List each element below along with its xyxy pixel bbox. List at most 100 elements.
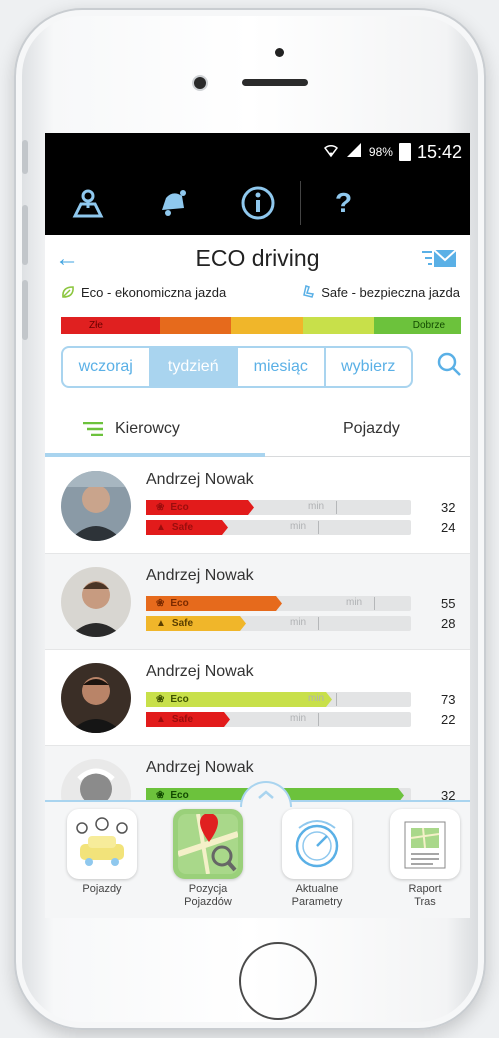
legend-safe-label: Safe - bezpieczna jazda <box>321 284 460 300</box>
min-tick <box>318 617 319 630</box>
eco-value: 55 <box>441 596 456 611</box>
safe-bar-label: Safe <box>171 618 194 629</box>
clock: 15:42 <box>416 141 462 162</box>
min-label: min <box>290 713 307 724</box>
safe-bar-fill: ▲ Safe <box>146 616 246 631</box>
period-selector: wczoraj tydzień miesiąc wybierz <box>61 346 413 388</box>
dock-route-report[interactable]: Raport Tras <box>385 809 465 908</box>
dock-current-parameters[interactable]: Aktualne Parametry <box>277 809 357 908</box>
eco-bar-fill: ❀ Eco <box>146 596 282 611</box>
info-icon <box>241 186 274 220</box>
driver-row[interactable]: Andrzej Nowak ❀ Eco min 73 ▲ Safe min 22 <box>45 650 470 746</box>
front-camera <box>194 77 206 89</box>
eco-bar: ❀ Eco min <box>146 692 411 707</box>
safe-bar-fill: ▲ Safe <box>146 712 230 727</box>
mute-switch <box>22 140 28 174</box>
page-header: ← ECO driving <box>45 235 470 281</box>
legend: Eco - ekonomiczna jazda Safe - bezpieczn… <box>45 281 470 303</box>
eco-bar-fill: ❀ Eco <box>146 500 254 515</box>
page-title: ECO driving <box>195 244 320 271</box>
chevron-up-icon <box>258 790 274 799</box>
sort-icon <box>83 422 103 436</box>
driver-row[interactable]: Andrzej Nowak ❀ Eco min 32 ▲ Safe min 24 <box>45 458 470 554</box>
leaf-icon <box>62 286 74 298</box>
driver-name: Andrzej Nowak <box>146 663 254 680</box>
legend-safe: Safe - bezpieczna jazda <box>301 285 460 300</box>
eco-bar: ❀ Eco min <box>146 596 411 611</box>
active-tab-indicator <box>45 453 265 457</box>
report-icon <box>390 809 460 879</box>
earpiece-speaker <box>242 79 308 86</box>
top-nav: ? <box>45 171 470 235</box>
search-icon[interactable] <box>436 351 462 382</box>
period-yesterday[interactable]: wczoraj <box>63 348 151 386</box>
safe-bar: ▲ Safe min <box>146 712 411 727</box>
period-month[interactable]: miesiąc <box>238 348 326 386</box>
leaf-icon: ❀ <box>156 598 165 609</box>
dock-route-report-label: Raport Tras <box>408 883 442 908</box>
dock-vehicles[interactable]: Pojazdy <box>62 809 142 896</box>
nav-notifications[interactable] <box>130 171 215 235</box>
eco-bar-label: Eco <box>170 598 189 609</box>
scale-segment <box>231 317 303 334</box>
eco-bar-label: Eco <box>170 502 189 513</box>
seat-icon: ▲ <box>156 714 166 725</box>
nav-info[interactable] <box>215 171 300 235</box>
min-label: min <box>290 617 307 628</box>
scale-segment <box>302 317 374 334</box>
dock-current-parameters-label: Aktualne Parametry <box>291 883 343 908</box>
min-tick <box>318 521 319 534</box>
app-screen: 98% 15:42 ? ← ECO driving Eco - ekonomic… <box>45 133 470 918</box>
message-filter-icon[interactable] <box>422 249 458 274</box>
min-label: min <box>290 521 307 532</box>
eco-value: 73 <box>441 692 456 707</box>
period-custom[interactable]: wybierz <box>326 348 412 386</box>
signal-icon <box>345 142 363 163</box>
period-week[interactable]: tydzień <box>150 348 238 386</box>
nav-help[interactable]: ? <box>301 171 386 235</box>
tab-drivers[interactable]: Kierowcy <box>83 401 180 457</box>
driver-name: Andrzej Nowak <box>146 759 254 776</box>
wifi-icon <box>323 142 339 163</box>
legend-eco: Eco - ekonomiczna jazda <box>61 285 226 300</box>
volume-up-button <box>22 205 28 265</box>
safe-bar: ▲ Safe min <box>146 520 411 535</box>
battery-percent: 98% <box>368 145 393 159</box>
battery-icon <box>398 143 411 161</box>
volume-down-button <box>22 280 28 340</box>
avatar <box>61 567 131 637</box>
min-label: min <box>308 693 325 704</box>
tab-drivers-label: Kierowcy <box>115 420 180 437</box>
vehicles-icon <box>67 809 137 879</box>
safe-value: 22 <box>441 712 456 727</box>
min-tick <box>374 597 375 610</box>
home-button[interactable] <box>239 942 317 1020</box>
safe-bar-fill: ▲ Safe <box>146 520 228 535</box>
eco-bar-fill: ❀ Eco <box>146 692 332 707</box>
leaf-icon: ❀ <box>156 694 165 705</box>
leaf-icon: ❀ <box>156 502 165 513</box>
driver-name: Andrzej Nowak <box>146 567 254 584</box>
safe-bar: ▲ Safe min <box>146 616 411 631</box>
seat-icon <box>303 285 315 298</box>
dock-vehicles-label: Pojazdy <box>82 883 122 895</box>
safe-value: 28 <box>441 616 456 631</box>
eco-bar-label: Eco <box>170 694 189 705</box>
driver-name: Andrzej Nowak <box>146 471 254 488</box>
min-tick <box>336 693 337 706</box>
scale-good: Dobrze <box>373 317 462 334</box>
nav-map-route[interactable] <box>45 171 130 235</box>
dock-vehicle-position[interactable]: Pozycja Pojazdów <box>168 809 248 908</box>
back-arrow-icon[interactable]: ← <box>55 245 79 273</box>
rating-scale: Złe Dobrze <box>61 317 462 334</box>
tab-bar: Kierowcy Pojazdy <box>45 401 470 457</box>
legend-eco-label: Eco - ekonomiczna jazda <box>81 284 227 300</box>
help-icon: ? <box>334 187 353 218</box>
safe-value: 24 <box>441 520 456 535</box>
tab-vehicles[interactable]: Pojazdy <box>343 401 400 457</box>
status-bar: 98% 15:42 <box>45 133 470 171</box>
min-label: min <box>346 597 363 608</box>
driver-row[interactable]: Andrzej Nowak ❀ Eco min 55 ▲ Safe min 28 <box>45 554 470 650</box>
avatar <box>61 471 131 541</box>
map-route-icon <box>72 189 103 218</box>
